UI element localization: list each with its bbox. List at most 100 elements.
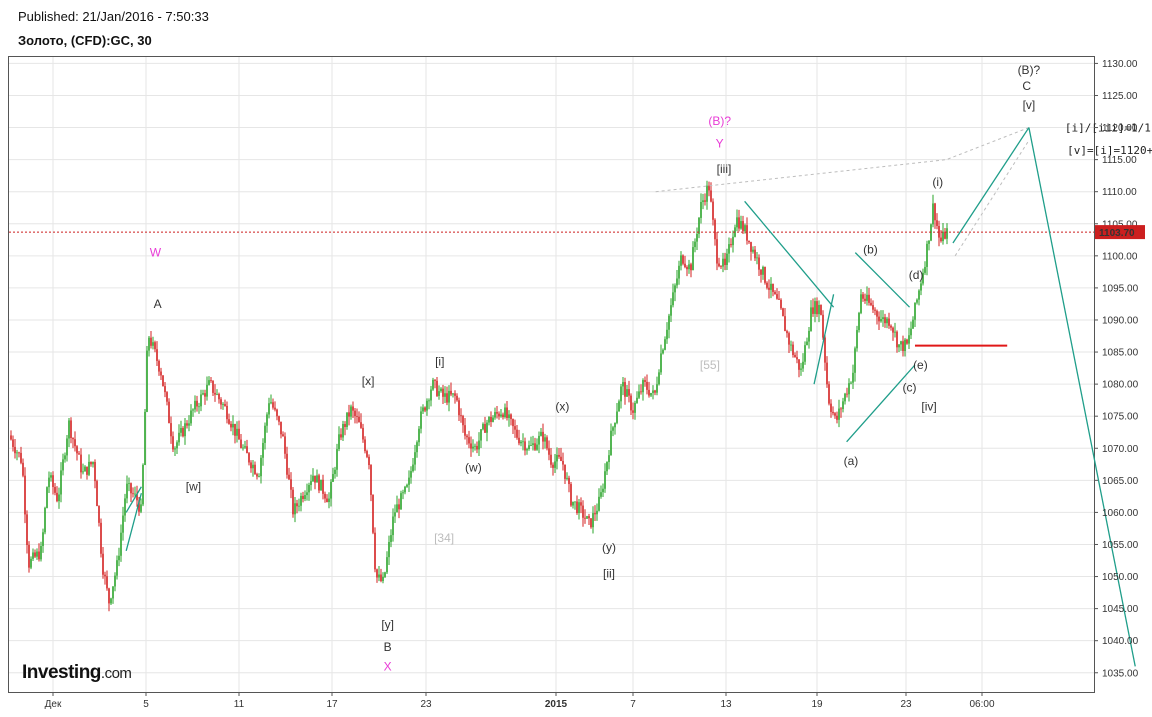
candle-body xyxy=(920,283,922,291)
candle-body xyxy=(78,453,80,455)
candle-body xyxy=(632,410,634,413)
y-tick-label: 1080.00 xyxy=(1102,380,1139,391)
candle-body xyxy=(882,317,884,320)
candle-body xyxy=(710,190,712,202)
candle-body xyxy=(868,294,870,303)
candle-body xyxy=(772,283,774,292)
candle-body xyxy=(348,412,350,417)
candle-body xyxy=(232,423,234,428)
candle-body xyxy=(202,393,204,395)
candle-body xyxy=(630,395,632,411)
candle-body xyxy=(864,298,866,301)
x-tick-label: 17 xyxy=(326,699,338,710)
candle-body xyxy=(616,411,618,423)
candle-body xyxy=(668,315,670,330)
candle-body xyxy=(396,504,398,513)
candle-body xyxy=(548,448,550,455)
candle-body xyxy=(158,360,160,372)
candle-body xyxy=(604,471,606,489)
candle-body xyxy=(890,325,892,328)
y-tick-label: 1125.00 xyxy=(1102,91,1138,102)
candle-body xyxy=(282,434,284,437)
wave-label-x-magenta: X xyxy=(384,659,392,673)
candle-body xyxy=(526,449,528,451)
candle-body xyxy=(194,400,196,410)
candle-body xyxy=(74,439,76,447)
candle-body xyxy=(730,244,732,246)
wave-label-label-34: [34] xyxy=(434,531,454,545)
candle-body xyxy=(500,414,502,417)
candle-body xyxy=(38,551,40,560)
candle-body xyxy=(494,412,496,418)
candle-body xyxy=(588,516,590,519)
candle-body xyxy=(568,477,570,485)
candle-body xyxy=(40,546,42,560)
candle-body xyxy=(784,316,786,332)
candle-body xyxy=(174,448,176,450)
candle-body xyxy=(132,493,134,495)
candle-body xyxy=(154,342,156,350)
candle-body xyxy=(658,372,660,385)
candle-body xyxy=(852,372,854,383)
candle-body xyxy=(866,294,868,301)
candle-body xyxy=(432,379,434,390)
candle-body xyxy=(428,400,430,402)
candle-body xyxy=(888,318,890,326)
candle-body xyxy=(528,445,530,450)
candle-body xyxy=(594,513,596,515)
candle-body xyxy=(504,407,506,418)
candle-body xyxy=(468,437,470,444)
candle-body xyxy=(250,462,252,469)
candle-body xyxy=(12,439,14,447)
wave-label-y-magenta: Y xyxy=(716,137,724,151)
x-tick-label: 23 xyxy=(420,699,432,710)
candle-body xyxy=(650,392,652,396)
candle-body xyxy=(262,442,264,458)
y-tick-label: 1075.00 xyxy=(1102,412,1139,423)
candle-body xyxy=(24,475,26,515)
candle-body xyxy=(150,337,152,346)
candle-body xyxy=(102,553,104,575)
candle-body xyxy=(574,501,576,503)
candle-body xyxy=(378,574,380,578)
candle-body xyxy=(198,406,200,408)
candle-body xyxy=(602,488,604,493)
candle-body xyxy=(712,201,714,220)
candle-body xyxy=(676,278,678,286)
candle-body xyxy=(412,464,414,472)
candle-body xyxy=(248,453,250,463)
candle-body xyxy=(424,407,426,411)
candle-body xyxy=(330,481,332,499)
candle-body xyxy=(60,470,62,495)
candle-body xyxy=(320,479,322,491)
candle-body xyxy=(874,309,876,311)
candle-body xyxy=(900,341,902,345)
wave-label-a-paren: (a) xyxy=(844,454,859,468)
candle-body xyxy=(824,337,826,363)
candle-body xyxy=(62,459,64,471)
candle-body xyxy=(20,452,22,463)
candle-body xyxy=(394,512,396,517)
candle-body xyxy=(100,522,102,554)
candle-body xyxy=(426,400,428,411)
candle-body xyxy=(558,454,560,457)
wave-label-d-paren: (d) xyxy=(909,268,924,282)
wave-label-c-paren: (c) xyxy=(903,380,917,394)
candle-body xyxy=(612,427,614,431)
candle-body xyxy=(322,479,324,494)
candle-body xyxy=(516,429,518,438)
candle-body xyxy=(910,328,912,336)
candle-body xyxy=(884,317,886,324)
candle-body xyxy=(838,408,840,420)
wave-label-b: B xyxy=(384,640,392,654)
wave-channel-line xyxy=(125,492,142,552)
candle-body xyxy=(614,422,616,428)
candle-body xyxy=(586,516,588,519)
candle-body xyxy=(880,319,882,322)
candle-body xyxy=(472,446,474,449)
candle-body xyxy=(906,339,908,344)
candle-body xyxy=(266,414,268,426)
candle-body xyxy=(216,393,218,395)
candle-body xyxy=(164,386,166,393)
candle-body xyxy=(182,428,184,437)
